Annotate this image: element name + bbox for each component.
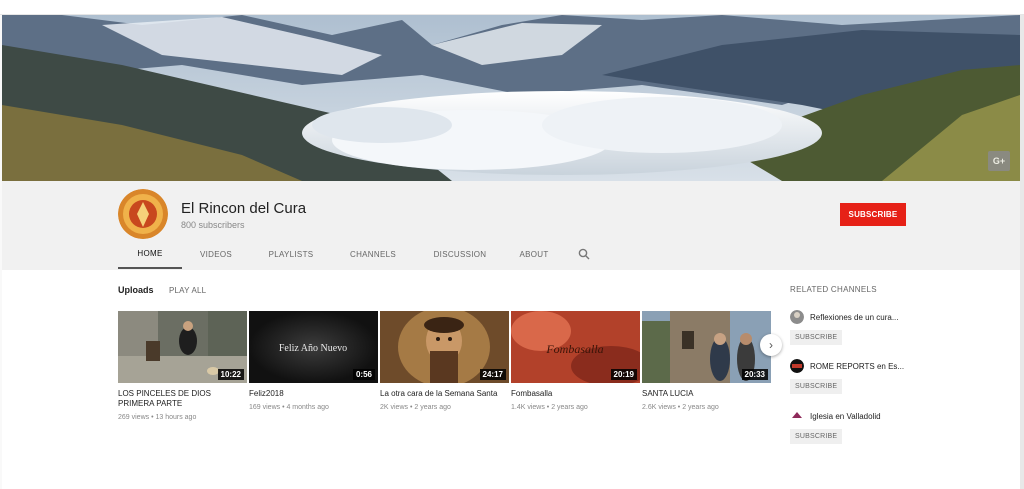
related-channel: ROME REPORTS en Es... SUBSCRIBE (790, 359, 1010, 394)
video-card[interactable]: 20:33 SANTA LUCIA 2.6K views • 2 years a… (642, 311, 771, 411)
subscriber-count: 800 subscribers (181, 220, 245, 230)
related-channel-avatar[interactable] (790, 359, 804, 373)
channel-header: El Rincon del Cura 800 subscribers SUBSC… (2, 181, 1020, 270)
related-channel-avatar[interactable] (790, 409, 804, 423)
tab-discussion[interactable]: DISCUSSION (414, 239, 506, 269)
subscribe-button[interactable]: SUBSCRIBE (840, 203, 906, 226)
video-card[interactable]: 10:22 LOS PINCELES DE DIOS PRIMERA PARTE… (118, 311, 247, 421)
video-duration: 24:17 (479, 369, 506, 380)
video-meta: 269 views • 13 hours ago (118, 414, 197, 421)
video-duration: 0:56 (352, 369, 375, 380)
tab-playlists[interactable]: PLAYLISTS (250, 239, 332, 269)
video-thumbnail[interactable]: 24:17 (380, 311, 509, 383)
video-thumbnail[interactable]: Fombasalla 20:19 (511, 311, 640, 383)
video-title[interactable]: SANTA LUCIA (642, 389, 771, 399)
subscribe-button[interactable]: SUBSCRIBE (790, 429, 843, 444)
tab-channels[interactable]: CHANNELS (332, 239, 414, 269)
video-title[interactable]: La otra cara de la Semana Santa (380, 389, 509, 399)
video-card[interactable]: Fombasalla 20:19 Fombasalla 1.4K views •… (511, 311, 640, 411)
channel-title: El Rincon del Cura (181, 200, 307, 217)
play-all-link[interactable]: PLAY ALL (169, 286, 206, 295)
video-thumbnail[interactable]: 20:33 (642, 311, 771, 383)
tab-home[interactable]: HOME (118, 239, 182, 269)
video-title[interactable]: Fombasalla (511, 389, 640, 399)
video-duration: 20:33 (741, 369, 768, 380)
channel-avatar[interactable] (118, 189, 168, 239)
video-meta: 169 views • 4 months ago (249, 404, 329, 411)
related-channels-heading: RELATED CHANNELS (790, 285, 877, 294)
video-meta: 2.6K views • 2 years ago (642, 404, 719, 411)
video-title[interactable]: LOS PINCELES DE DIOS PRIMERA PARTE (118, 389, 247, 409)
related-channel-name[interactable]: Reflexiones de un cura... (810, 313, 899, 322)
home-content: Uploads PLAY ALL 10:22 LOS PINCELES DE D… (2, 270, 1020, 489)
related-channel: Iglesia en Valladolid SUBSCRIBE (790, 409, 1010, 444)
related-channel-name[interactable]: ROME REPORTS en Es... (810, 362, 904, 371)
related-channel: Reflexiones de un cura... SUBSCRIBE (790, 310, 1010, 345)
channel-tabs: HOME VIDEOS PLAYLISTS CHANNELS DISCUSSIO… (118, 239, 594, 269)
video-thumbnail[interactable]: Feliz Año Nuevo 0:56 (249, 311, 378, 383)
subscribe-button[interactable]: SUBSCRIBE (790, 330, 843, 345)
video-card[interactable]: Feliz Año Nuevo 0:56 Feliz2018 169 views… (249, 311, 378, 411)
search-icon[interactable] (574, 239, 594, 269)
video-meta: 1.4K views • 2 years ago (511, 404, 588, 411)
google-plus-icon[interactable]: G+ (988, 151, 1010, 171)
video-thumbnail[interactable]: 10:22 (118, 311, 247, 383)
channel-banner: G+ (2, 15, 1020, 181)
scrollbar-track[interactable] (1020, 15, 1024, 489)
channel-page: G+ El Rincon del Cura 800 subscribers SU… (0, 0, 1024, 489)
related-channel-avatar[interactable] (790, 310, 804, 324)
subscribe-button[interactable]: SUBSCRIBE (790, 379, 843, 394)
chevron-right-icon[interactable]: › (760, 334, 782, 356)
video-card[interactable]: 24:17 La otra cara de la Semana Santa 2K… (380, 311, 509, 411)
video-meta: 2K views • 2 years ago (380, 404, 451, 411)
tab-videos[interactable]: VIDEOS (182, 239, 250, 269)
uploads-heading: Uploads (118, 285, 154, 295)
video-duration: 10:22 (217, 369, 244, 380)
video-title[interactable]: Feliz2018 (249, 389, 378, 399)
related-channel-name[interactable]: Iglesia en Valladolid (810, 412, 881, 421)
video-duration: 20:19 (610, 369, 637, 380)
thumbnail-overlay-text: Fombasalla (545, 342, 603, 356)
browser-top-strip (0, 0, 1024, 15)
thumbnail-overlay-text: Feliz Año Nuevo (279, 343, 347, 354)
banner-image (2, 15, 1020, 181)
tab-about[interactable]: ABOUT (506, 239, 562, 269)
